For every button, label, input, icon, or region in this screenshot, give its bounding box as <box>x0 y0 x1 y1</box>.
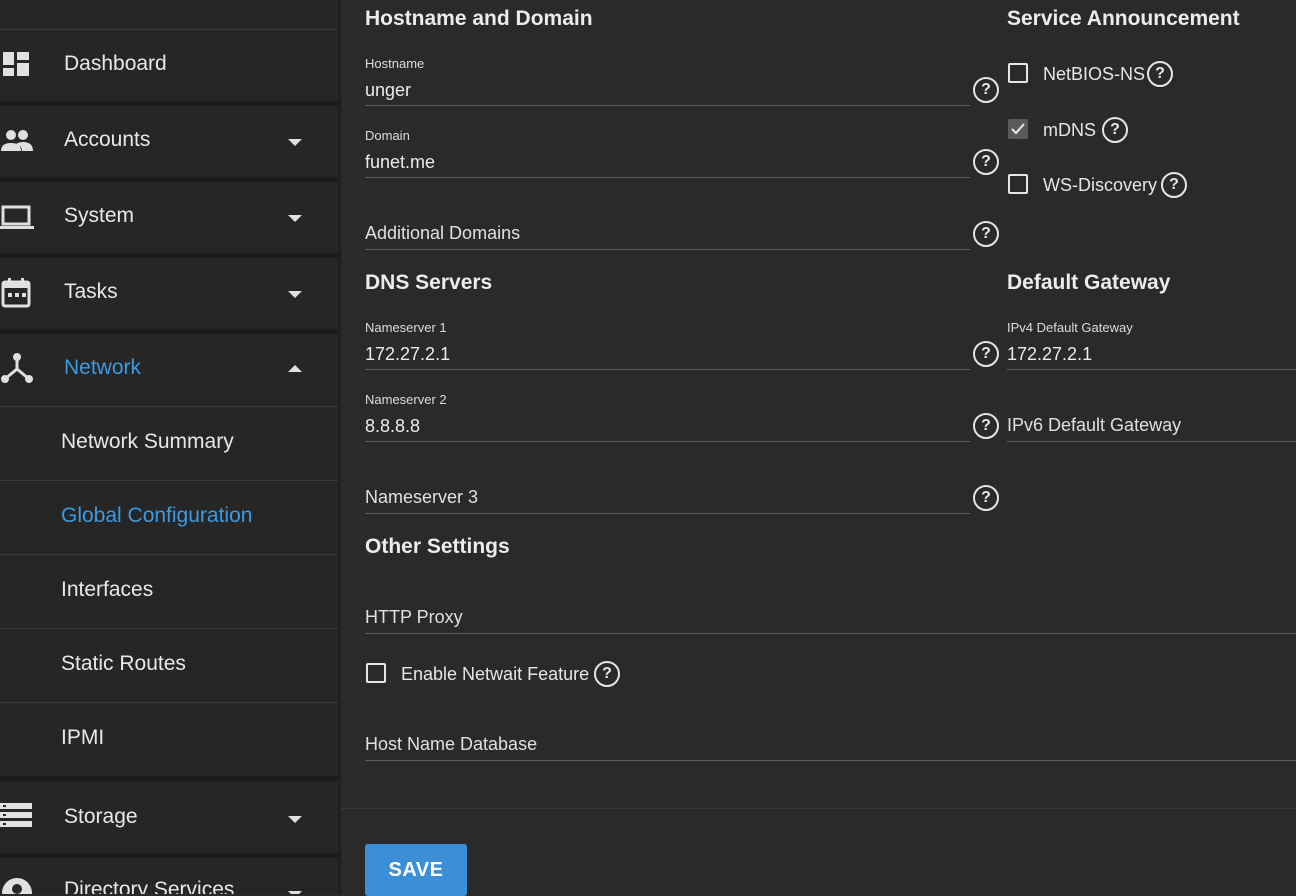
help-icon[interactable]: ? <box>973 341 999 367</box>
sidebar-subitem-label: IPMI <box>61 726 105 749</box>
help-icon[interactable]: ? <box>1147 61 1173 87</box>
section-title-other-settings: Other Settings <box>365 535 510 558</box>
domain-input[interactable]: funet.me <box>365 152 435 173</box>
section-title-service-announcement: Service Announcement <box>1007 7 1240 30</box>
nameserver1-underline <box>365 369 970 370</box>
sidebar-item-tasks[interactable]: Tasks <box>0 258 338 328</box>
dashboard-icon <box>3 52 29 76</box>
sidebar-subitem-interfaces[interactable]: Interfaces <box>0 555 338 628</box>
help-icon[interactable]: ? <box>973 149 999 175</box>
ipv4-gateway-underline <box>1007 369 1296 370</box>
ipv4-gateway-input[interactable]: 172.27.2.1 <box>1007 344 1092 365</box>
chevron-up-icon <box>288 365 302 372</box>
netwait-checkbox[interactable] <box>366 663 386 683</box>
hostname-label: Hostname <box>365 56 425 71</box>
mdns-label: mDNS <box>1043 120 1096 140</box>
section-title-dns-servers: DNS Servers <box>365 271 493 294</box>
people-icon <box>1 130 33 151</box>
section-title-default-gateway: Default Gateway <box>1007 271 1171 294</box>
netbios-label: NetBIOS-NS <box>1043 64 1146 84</box>
netbios-checkbox[interactable] <box>1008 63 1028 83</box>
ipv6-gateway-input[interactable]: IPv6 Default Gateway <box>1007 415 1181 436</box>
sidebar-border <box>338 0 341 894</box>
additional-domains-input[interactable]: Additional Domains <box>365 223 520 244</box>
ws-discovery-checkbox[interactable] <box>1008 174 1028 194</box>
checkmark-icon <box>1011 123 1025 135</box>
sidebar-item-label: Directory Services <box>64 878 235 894</box>
chevron-down-icon <box>288 139 302 146</box>
hostname-input[interactable]: unger <box>365 80 411 101</box>
sidebar-subitem-label: Network Summary <box>61 430 234 453</box>
chevron-down-icon <box>288 291 302 298</box>
section-title-hostname: Hostname and Domain <box>365 7 593 30</box>
nameserver3-underline <box>365 513 970 514</box>
ipv6-gateway-underline <box>1007 441 1296 442</box>
sidebar: Dashboard Accounts System Tasks Network … <box>0 0 338 894</box>
ipv4-gateway-label: IPv4 Default Gateway <box>1007 320 1133 335</box>
nameserver1-label: Nameserver 1 <box>365 320 447 335</box>
sidebar-subitem-static-routes[interactable]: Static Routes <box>0 629 338 702</box>
help-icon[interactable]: ? <box>973 221 999 247</box>
nameserver2-underline <box>365 441 970 442</box>
sidebar-subitem-network-summary[interactable]: Network Summary <box>0 407 338 480</box>
chevron-down-icon <box>288 215 302 222</box>
storage-icon <box>0 803 32 827</box>
sidebar-subitem-label: Interfaces <box>61 578 154 601</box>
sidebar-item-system[interactable]: System <box>0 182 338 252</box>
help-icon[interactable]: ? <box>1161 172 1187 198</box>
form-footer-divider <box>341 808 1296 809</box>
host-name-database-input[interactable]: Host Name Database <box>365 734 537 755</box>
sidebar-item-dashboard[interactable]: Dashboard <box>0 30 338 100</box>
sidebar-subitem-label: Static Routes <box>61 652 186 675</box>
save-button[interactable]: SAVE <box>365 844 467 896</box>
nameserver3-input[interactable]: Nameserver 3 <box>365 487 478 508</box>
sidebar-item-label: Dashboard <box>64 52 167 75</box>
help-icon[interactable]: ? <box>973 485 999 511</box>
nameserver2-input[interactable]: 8.8.8.8 <box>365 416 420 437</box>
sidebar-item-label: Tasks <box>64 280 118 303</box>
sidebar-subitem-label: Global Configuration <box>61 504 253 527</box>
laptop-icon <box>0 205 34 229</box>
sidebar-item-accounts[interactable]: Accounts <box>0 106 338 176</box>
help-icon[interactable]: ? <box>973 77 999 103</box>
sidebar-item-network[interactable]: Network <box>0 334 338 404</box>
netwait-label: Enable Netwait Feature <box>401 664 590 684</box>
help-icon[interactable]: ? <box>1102 117 1128 143</box>
domain-label: Domain <box>365 128 410 143</box>
sidebar-item-label: System <box>64 204 135 227</box>
http-proxy-underline <box>365 633 1296 634</box>
help-icon[interactable]: ? <box>594 661 620 687</box>
sidebar-subitem-global-configuration[interactable]: Global Configuration <box>0 481 338 554</box>
nameserver1-input[interactable]: 172.27.2.1 <box>365 344 450 365</box>
nameserver2-label: Nameserver 2 <box>365 392 447 407</box>
chevron-down-icon <box>288 816 302 823</box>
domain-underline <box>365 177 970 178</box>
sidebar-item-storage[interactable]: Storage <box>0 781 338 851</box>
user-circle-icon <box>2 878 32 894</box>
sidebar-item-label: Accounts <box>64 128 151 151</box>
host-name-database-underline <box>365 760 1296 761</box>
calendar-icon <box>1 278 31 308</box>
mdns-checkbox[interactable] <box>1008 119 1028 139</box>
http-proxy-input[interactable]: HTTP Proxy <box>365 607 463 628</box>
hostname-underline <box>365 105 970 106</box>
ws-discovery-label: WS-Discovery <box>1043 175 1158 195</box>
additional-domains-underline <box>365 249 970 250</box>
sidebar-item-label: Storage <box>64 805 138 828</box>
sidebar-item-label: Network <box>64 356 142 379</box>
sidebar-subitem-ipmi[interactable]: IPMI <box>0 703 338 776</box>
network-icon <box>1 353 33 383</box>
help-icon[interactable]: ? <box>973 413 999 439</box>
sidebar-item-directory-services[interactable]: Directory Services <box>0 858 338 894</box>
